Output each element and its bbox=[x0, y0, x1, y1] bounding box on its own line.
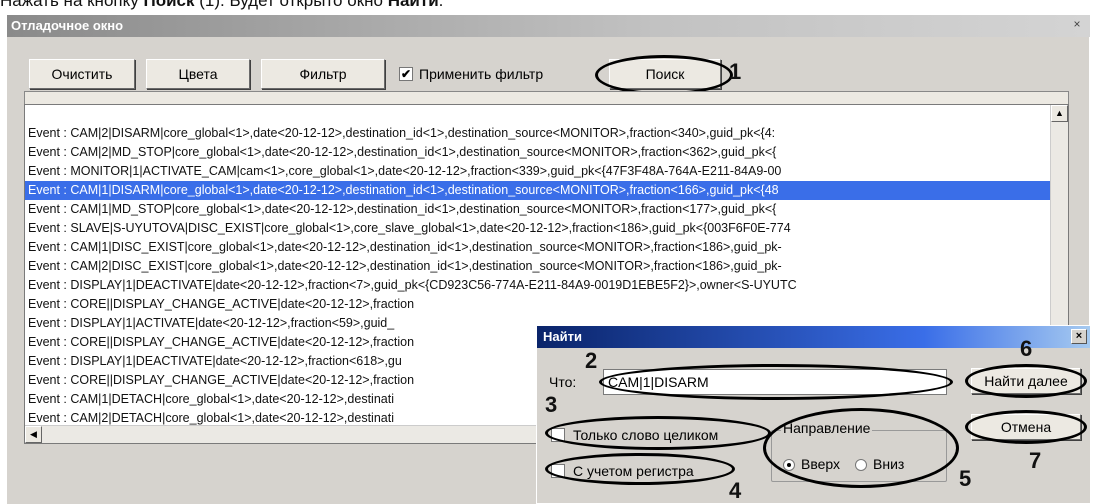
search-button[interactable]: Поиск bbox=[609, 59, 721, 89]
log-line[interactable]: Event : CORE||DISPLAY_CHANGE_ACTIVE|date… bbox=[25, 295, 1068, 314]
callout-number-4: 4 bbox=[729, 478, 742, 503]
whole-word-checkbox[interactable] bbox=[551, 428, 565, 442]
window-title: Отладочное окно bbox=[11, 18, 124, 33]
find-next-button[interactable]: Найти далее bbox=[971, 368, 1081, 394]
find-dialog-titlebar: Найти × bbox=[537, 326, 1090, 348]
callout-number-2: 2 bbox=[585, 348, 598, 373]
scroll-left-icon[interactable]: ◀ bbox=[25, 426, 42, 443]
log-header-bar bbox=[24, 91, 1069, 105]
direction-group bbox=[771, 430, 947, 482]
apply-filter-checkbox[interactable]: ✔ bbox=[399, 67, 413, 81]
close-icon[interactable]: × bbox=[1071, 329, 1087, 344]
clear-button[interactable]: Очистить bbox=[29, 59, 135, 89]
what-label: Что: bbox=[549, 374, 577, 390]
filter-button[interactable]: Фильтр bbox=[261, 59, 385, 89]
whole-word-label: Только слово целиком bbox=[573, 427, 719, 443]
apply-filter-label: Применить фильтр bbox=[419, 66, 544, 82]
scroll-up-icon[interactable]: ▲ bbox=[1051, 105, 1068, 122]
direction-label: Направление bbox=[781, 420, 873, 436]
callout-number-7: 7 bbox=[1029, 448, 1042, 473]
log-line[interactable]: Event : CAM|2|DISC_EXIST|core_global<1>,… bbox=[25, 257, 1068, 276]
log-line[interactable]: Event : CAM|1|DISC_EXIST|core_global<1>,… bbox=[25, 238, 1068, 257]
up-label: Вверх bbox=[801, 456, 841, 472]
find-dialog-title: Найти bbox=[543, 329, 582, 344]
log-line[interactable]: Event : CAM|2|DISARM|core_global<1>,date… bbox=[25, 124, 1068, 143]
up-radio[interactable] bbox=[783, 459, 795, 471]
callout-number-6: 6 bbox=[1020, 336, 1033, 361]
log-line[interactable]: Event : CAM|2|MD_STOP|core_global<1>,dat… bbox=[25, 143, 1068, 162]
down-label: Вниз bbox=[873, 456, 905, 472]
close-icon[interactable]: × bbox=[1070, 17, 1084, 31]
down-radio[interactable] bbox=[855, 459, 867, 471]
instruction-caption: Нажать на кнопку Поиск (1). Будет открыт… bbox=[0, 0, 444, 10]
log-line[interactable]: Event : DISPLAY|1|DEACTIVATE|date<20-12-… bbox=[25, 276, 1068, 295]
callout-number-3: 3 bbox=[545, 392, 558, 417]
match-case-checkbox[interactable] bbox=[551, 464, 565, 478]
debug-window-titlebar: Отладочное окно × bbox=[7, 15, 1090, 37]
search-input[interactable] bbox=[603, 369, 947, 395]
find-dialog: Найти × 2 Что: 3 Только слово целиком С … bbox=[536, 325, 1091, 504]
log-line[interactable]: Event : SLAVE|S-UYUTOVA|DISC_EXIST|core_… bbox=[25, 219, 1068, 238]
match-case-label: С учетом регистра bbox=[573, 463, 694, 479]
colors-button[interactable]: Цвета bbox=[146, 59, 250, 89]
callout-number-5: 5 bbox=[959, 466, 972, 491]
callout-number-1: 1 bbox=[729, 59, 742, 84]
log-line[interactable]: Event : CAM|1|MD_STOP|core_global<1>,dat… bbox=[25, 200, 1068, 219]
cancel-button[interactable]: Отмена bbox=[971, 414, 1081, 440]
log-line[interactable]: Event : MONITOR|1|ACTIVATE_CAM|cam<1>,co… bbox=[25, 162, 1068, 181]
log-line-selected[interactable]: Event : CAM|1|DISARM|core_global<1>,date… bbox=[25, 181, 1068, 200]
